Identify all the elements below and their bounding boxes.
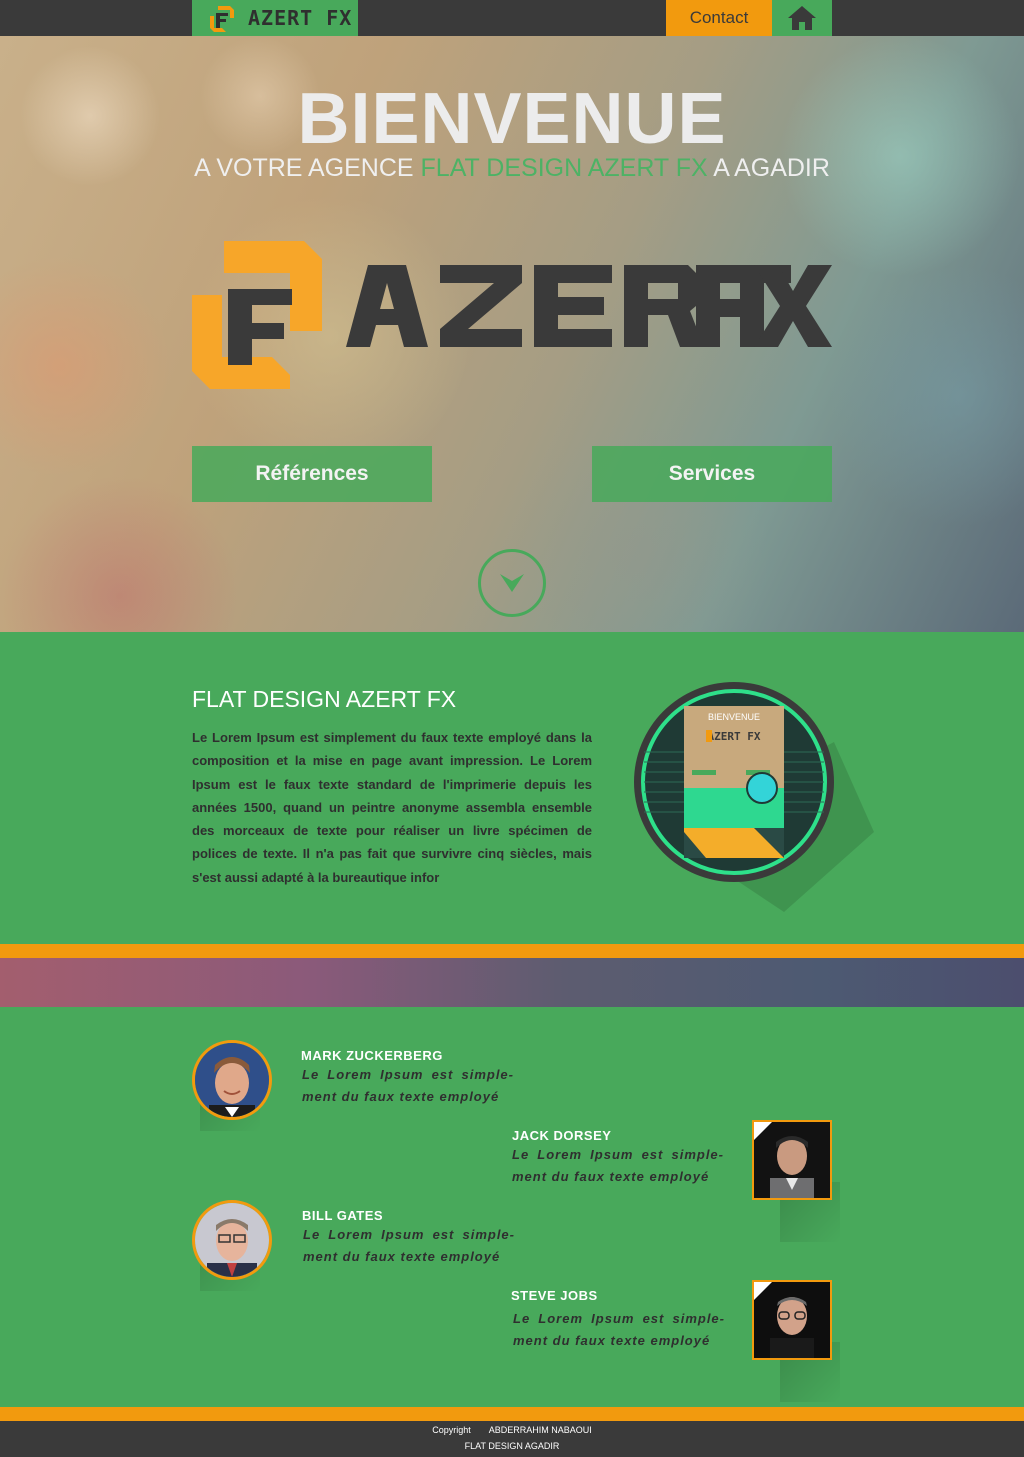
avatar-jack-dorsey (752, 1120, 832, 1200)
site-preview-illustration: BIENVENUE AZERT FX (634, 682, 874, 912)
hero-subtitle-suffix: A AGADIR (707, 154, 830, 182)
footer-credits: Copyright ABDERRAHIM NABAOUI (0, 1425, 1024, 1435)
hero-subtitle-accent: FLAT DESIGN AZERT FX (420, 154, 708, 182)
intro-text: Le Lorem Ipsum est simplement du faux te… (192, 730, 592, 885)
header-logo[interactable]: AZERT FX (192, 0, 358, 36)
services-button[interactable]: Services (592, 446, 832, 502)
testimonial-quote: Le Lorem Ipsum est simple- ment du faux … (513, 1311, 725, 1348)
footer-author: ABDERRAHIM NABAOUI (488, 1425, 592, 1435)
testimonial-name: MARK ZUCKERBERG (301, 1048, 443, 1063)
intro-title: FLAT DESIGN AZERT FX (192, 686, 457, 712)
footer-copyright: Copyright (432, 1425, 471, 1435)
testimonial-name: STEVE JOBS (511, 1288, 598, 1303)
home-button[interactable] (772, 0, 832, 36)
home-icon (788, 6, 816, 30)
intro-section: FLAT DESIGN AZERT FX Le Lorem Ipsum est … (0, 632, 1024, 944)
preview-title: BIENVENUE (708, 712, 760, 722)
decorative-band (0, 958, 1024, 1007)
azert-fx-logo-fx (696, 265, 832, 347)
footer-tagline: FLAT DESIGN AGADIR (464, 1441, 560, 1451)
avatar-bill-gates (192, 1200, 272, 1280)
testimonial-name: BILL GATES (302, 1208, 384, 1223)
avatar-mark-zuckerberg (192, 1040, 272, 1120)
chevron-down-icon (500, 574, 524, 592)
references-button[interactable]: Références (192, 446, 432, 502)
hero-subtitle-prefix: A VOTRE AGENCE (194, 154, 421, 182)
top-bar: AZERT FX Contact (0, 0, 1024, 36)
hero-title: BIENVENUE (297, 79, 727, 159)
azert-mark-icon (210, 6, 234, 32)
orange-divider-top (0, 944, 1024, 958)
orange-divider-bottom (0, 1407, 1024, 1421)
testimonial-quote: Le Lorem Ipsum est simple- ment du faux … (303, 1227, 515, 1264)
testimonial-quote: Le Lorem Ipsum est simple- ment du faux … (302, 1067, 514, 1104)
scroll-down-button[interactable] (478, 549, 546, 617)
hero-section: BIENVENUE A VOTRE AGENCE FLAT DESIGN AZE… (0, 36, 1024, 632)
testimonial-quote: Le Lorem Ipsum est simple- ment du faux … (512, 1147, 724, 1184)
footer: Copyright ABDERRAHIM NABAOUI FLAT DESIGN … (0, 1421, 1024, 1457)
testimonials-section: MARK ZUCKERBERG Le Lorem Ipsum est simpl… (0, 1007, 1024, 1407)
testimonial-name: JACK DORSEY (512, 1128, 612, 1143)
contact-button[interactable]: Contact (666, 0, 772, 36)
avatar-steve-jobs (752, 1280, 832, 1360)
site-preview: BIENVENUE AZERT FX (634, 682, 874, 912)
preview-logo: AZERT FX (708, 730, 761, 743)
header-brand-text: AZERT FX (248, 6, 353, 30)
hero-subtitle: A VOTRE AGENCE FLAT DESIGN AZERT FX A AG… (0, 154, 1024, 183)
